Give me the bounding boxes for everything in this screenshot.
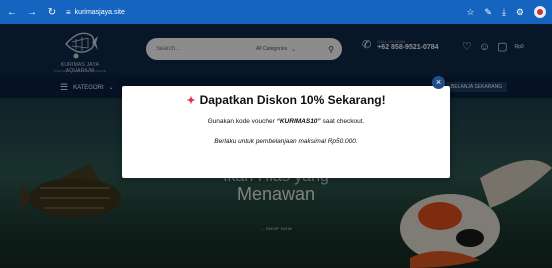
- browser-nav: ← → ↻: [6, 7, 58, 18]
- voucher-instructions: Gunakan kode voucher “KURIMAS10” saat ch…: [122, 118, 450, 125]
- voucher-code: “KURIMAS10”: [276, 118, 321, 125]
- settings-icon[interactable]: ⚙: [516, 7, 524, 18]
- voucher-prefix: Gunakan kode voucher: [207, 118, 275, 125]
- site-settings-icon[interactable]: ≡: [66, 8, 71, 17]
- close-icon[interactable]: ×: [432, 76, 445, 89]
- address-bar[interactable]: ≡ kurimasjaya.site: [66, 8, 125, 17]
- voucher-terms: Berlaku untuk pembelanjaan maksimal Rp50…: [214, 138, 358, 145]
- back-icon[interactable]: ←: [6, 7, 18, 18]
- forward-icon[interactable]: →: [26, 7, 38, 18]
- extensions-icon[interactable]: ✎: [484, 7, 492, 18]
- popup-title-text: Dapatkan Diskon 10% Sekarang!: [199, 93, 386, 107]
- browser-actions: ☆ ✎ ⤓ ⚙: [466, 6, 546, 18]
- url-text[interactable]: kurimasjaya.site: [75, 9, 125, 16]
- bookmark-star-icon[interactable]: ☆: [466, 7, 474, 18]
- popup-title: ✦ Dapatkan Diskon 10% Sekarang!: [122, 93, 450, 107]
- reload-icon[interactable]: ↻: [46, 7, 58, 18]
- voucher-suffix: saat checkout.: [322, 118, 365, 125]
- party-popper-icon: ✦: [186, 94, 196, 107]
- profile-avatar[interactable]: [534, 6, 546, 18]
- discount-popup: ✦ Dapatkan Diskon 10% Sekarang! Gunakan …: [122, 86, 450, 178]
- browser-toolbar: ← → ↻ ≡ kurimasjaya.site ☆ ✎ ⤓ ⚙: [0, 0, 552, 24]
- download-icon[interactable]: ⤓: [502, 7, 506, 18]
